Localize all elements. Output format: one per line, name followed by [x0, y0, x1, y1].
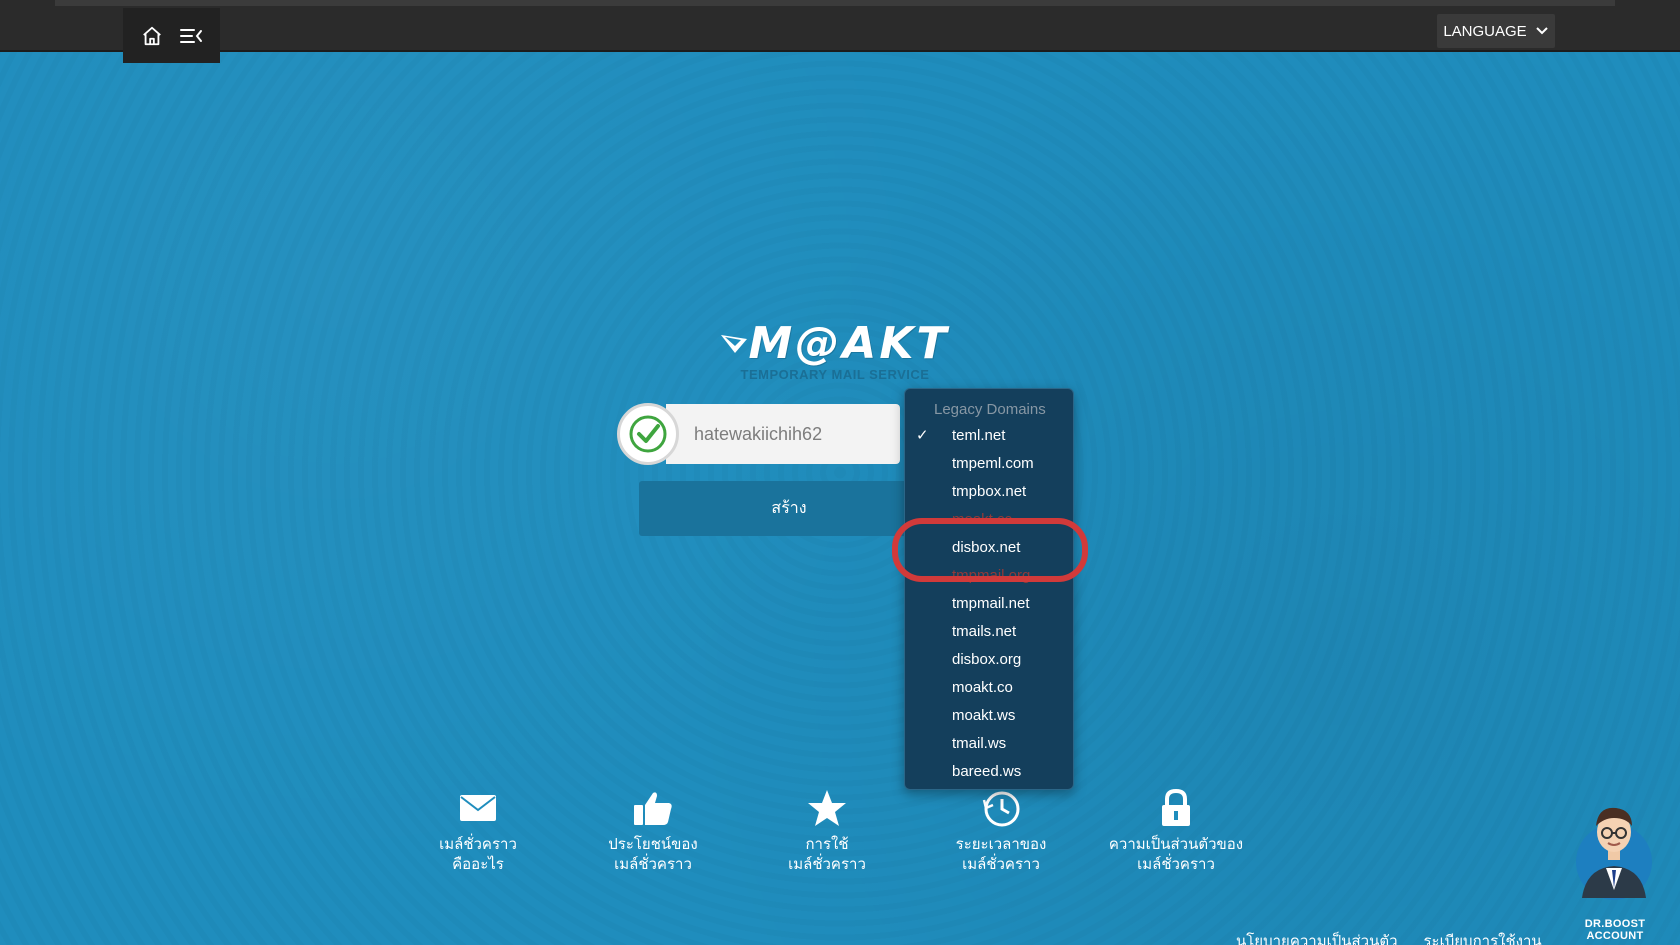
nav-box — [123, 8, 220, 63]
logo-subtitle: TEMPORARY MAIL SERVICE — [740, 367, 930, 382]
feature-usage[interactable]: การใช้ เมล์ชั่วคราว — [752, 788, 902, 874]
top-bar — [0, 0, 1680, 52]
menu-collapse-icon[interactable] — [177, 22, 205, 50]
feature-benefits[interactable]: ประโยชน์ของ เมล์ชั่วคราว — [578, 788, 728, 874]
chevron-down-icon — [1535, 23, 1549, 40]
logo-wing-icon — [720, 334, 747, 353]
dropdown-item[interactable]: tmpbox.net — [905, 478, 1073, 506]
dropdown-item[interactable]: ✓ teml.net — [905, 422, 1073, 450]
feature-label: การใช้ เมล์ชั่วคราว — [788, 835, 866, 873]
clock-icon — [926, 788, 1076, 828]
home-icon[interactable] — [138, 22, 166, 50]
thumbs-up-icon — [578, 788, 728, 828]
dropdown-item[interactable]: bareed.ws — [905, 758, 1073, 786]
privacy-policy-link[interactable]: นโยบายความเป็นส่วนตัว — [1236, 929, 1398, 945]
feature-duration[interactable]: ระยะเวลาของ เมล์ชั่วคราว — [926, 788, 1076, 874]
lock-icon — [1101, 788, 1251, 828]
feature-privacy[interactable]: ความเป็นส่วนตัวของ เมล์ชั่วคราว — [1101, 788, 1251, 874]
language-button[interactable]: LANGUAGE — [1437, 14, 1555, 48]
dropdown-item[interactable]: tmail.ws — [905, 730, 1073, 758]
domain-dropdown[interactable]: Legacy Domains ✓ teml.net tmpeml.com tmpb… — [904, 388, 1074, 790]
dropdown-item[interactable]: moakt.co — [905, 674, 1073, 702]
feature-label: เมล์ชั่วคราว คืออะไร — [439, 835, 517, 873]
footer-links: นโยบายความเป็นส่วนตัว ระเบียบการใช้งาน — [1236, 929, 1542, 945]
feature-label: ประโยชน์ของ เมล์ชั่วคราว — [608, 835, 698, 873]
logo-title: M@AKT — [720, 318, 950, 369]
star-icon — [752, 788, 902, 828]
dropdown-item[interactable]: tmpeml.com — [905, 450, 1073, 478]
dropdown-item[interactable]: tmpmail.net — [905, 590, 1073, 618]
language-label: LANGUAGE — [1443, 22, 1527, 40]
dropdown-item[interactable]: disbox.org — [905, 646, 1073, 674]
dropdown-item-disabled: moakt.cc — [952, 511, 1013, 528]
check-circle-icon — [617, 403, 679, 465]
feature-label: ความเป็นส่วนตัวของ เมล์ชั่วคราว — [1108, 835, 1244, 873]
create-button[interactable]: สร้าง — [639, 481, 939, 536]
avatar-label: DR.BOOST ACCOUNT — [1584, 918, 1646, 942]
terms-link[interactable]: ระเบียบการใช้งาน — [1424, 929, 1542, 945]
avatar — [1562, 790, 1666, 900]
top-strip — [55, 0, 1615, 6]
feature-what-is[interactable]: เมล์ชั่วคราว คืออะไร — [403, 788, 553, 874]
dropdown-item[interactable]: tmails.net — [905, 618, 1073, 646]
checkmark-icon: ✓ — [916, 427, 929, 444]
logo: M@AKT TEMPORARY MAIL SERVICE — [720, 318, 950, 388]
dropdown-item[interactable]: disbox.net — [905, 534, 1073, 562]
dropdown-item[interactable]: moakt.ws — [905, 702, 1073, 730]
dropdown-item-disabled: tmpmail.org — [952, 567, 1031, 584]
envelope-icon — [403, 788, 553, 828]
dropdown-header: Legacy Domains — [934, 401, 1046, 418]
email-username-input[interactable] — [666, 404, 900, 464]
feature-label: ระยะเวลาของ เมล์ชั่วคราว — [955, 835, 1047, 873]
